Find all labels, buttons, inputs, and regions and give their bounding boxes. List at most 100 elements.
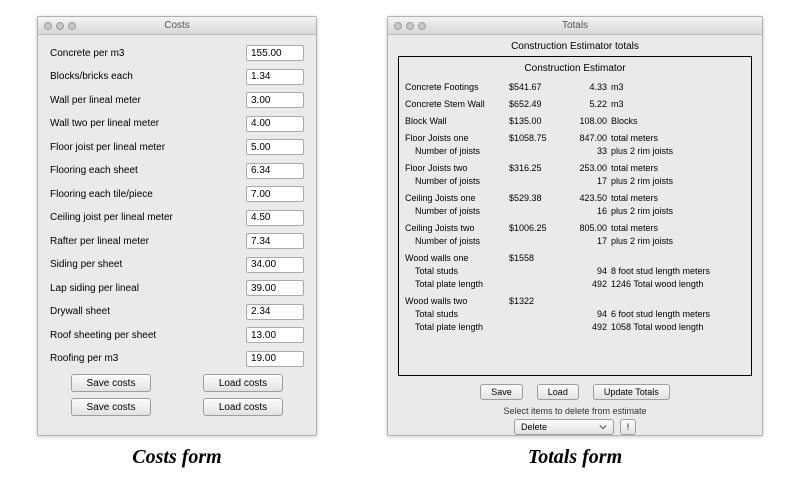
cost-label: Floor joist per lineal meter <box>50 142 246 153</box>
report-cell: plus 2 rim joists <box>611 176 745 187</box>
totals-caption: Totals form <box>528 446 622 469</box>
report-cell: Number of joists <box>405 176 509 187</box>
cost-label: Drywall sheet <box>50 306 246 317</box>
report-cell <box>509 176 571 187</box>
cost-input[interactable] <box>246 210 304 226</box>
cost-label: Lap siding per lineal <box>50 283 246 294</box>
save-costs-button[interactable]: Save costs <box>71 374 151 392</box>
cost-input[interactable] <box>246 116 304 132</box>
report-cell: Concrete Footings <box>405 82 509 93</box>
report-cell: 1058 Total wood length <box>611 322 745 333</box>
report-cell: $316.25 <box>509 163 571 174</box>
cost-input[interactable] <box>246 186 304 202</box>
cost-input[interactable] <box>246 45 304 61</box>
cost-input[interactable] <box>246 163 304 179</box>
costs-caption: Costs form <box>132 446 221 469</box>
report-cell: $1006.25 <box>509 223 571 234</box>
cost-label: Concrete per m3 <box>50 48 246 59</box>
report-cell: 33 <box>571 146 611 157</box>
report-cell <box>509 146 571 157</box>
report-cell: 17 <box>571 236 611 247</box>
report-cell: 17 <box>571 176 611 187</box>
report-cell <box>571 296 611 307</box>
update-totals-button[interactable]: Update Totals <box>593 384 670 400</box>
report-cell: Total plate length <box>405 322 509 333</box>
report-cell: $652.49 <box>509 99 571 110</box>
cost-input[interactable] <box>246 351 304 367</box>
report-cell: 4.33 <box>571 82 611 93</box>
cost-label: Siding per sheet <box>50 259 246 270</box>
report-cell: total meters <box>611 193 745 204</box>
cost-input[interactable] <box>246 280 304 296</box>
report-cell: Floor Joists one <box>405 133 509 144</box>
report-cell: 94 <box>571 266 611 277</box>
report-cell: 847.00 <box>571 133 611 144</box>
report-cell: m3 <box>611 82 745 93</box>
costs-window: Costs Concrete per m3 Blocks/bricks each W… <box>37 16 317 436</box>
cost-input[interactable] <box>246 327 304 343</box>
report-cell: Total plate length <box>405 279 509 290</box>
report-cell: Total studs <box>405 266 509 277</box>
report-cell: Total studs <box>405 309 509 320</box>
delete-select[interactable]: Delete <box>514 419 614 435</box>
report-cell: total meters <box>611 133 745 144</box>
report-cell: Ceiling Joists one <box>405 193 509 204</box>
report-cell <box>571 253 611 264</box>
cost-label: Blocks/bricks each <box>50 71 246 82</box>
chevron-down-icon <box>599 423 607 431</box>
report-cell: 805.00 <box>571 223 611 234</box>
cost-input[interactable] <box>246 92 304 108</box>
report-cell: 423.50 <box>571 193 611 204</box>
totals-report: Construction Estimator Concrete Footings… <box>398 56 752 376</box>
cost-input[interactable] <box>246 233 304 249</box>
report-cell: $1322 <box>509 296 571 307</box>
report-cell <box>509 309 571 320</box>
report-cell: Number of joists <box>405 146 509 157</box>
cost-label: Roof sheeting per sheet <box>50 330 246 341</box>
cost-input[interactable] <box>246 69 304 85</box>
cost-input[interactable] <box>246 304 304 320</box>
cost-input[interactable] <box>246 257 304 273</box>
report-cell: Concrete Stem Wall <box>405 99 509 110</box>
report-cell: $541.67 <box>509 82 571 93</box>
report-cell: plus 2 rim joists <box>611 236 745 247</box>
report-cell: plus 2 rim joists <box>611 206 745 217</box>
save-button[interactable]: Save <box>480 384 523 400</box>
report-cell: 253.00 <box>571 163 611 174</box>
report-cell: Wood walls one <box>405 253 509 264</box>
report-cell: $135.00 <box>509 116 571 127</box>
delete-execute-button[interactable]: ! <box>620 419 636 435</box>
load-costs-button[interactable]: Load costs <box>203 374 283 392</box>
report-title: Construction Estimator <box>405 63 745 74</box>
cost-input[interactable] <box>246 139 304 155</box>
costs-titlebar: Costs <box>38 17 316 35</box>
cost-label: Wall per lineal meter <box>50 95 246 106</box>
cost-label: Rafter per lineal meter <box>50 236 246 247</box>
report-cell: 1246 Total wood length <box>611 279 745 290</box>
report-cell: Floor Joists two <box>405 163 509 174</box>
costs-title: Costs <box>38 20 316 31</box>
report-cell: Blocks <box>611 116 745 127</box>
report-cell: $529.38 <box>509 193 571 204</box>
report-cell: 94 <box>571 309 611 320</box>
report-cell: 492 <box>571 322 611 333</box>
report-cell <box>509 322 571 333</box>
report-cell: total meters <box>611 223 745 234</box>
report-cell: $1058.75 <box>509 133 571 144</box>
report-cell: 8 foot stud length meters <box>611 266 745 277</box>
cost-label: Ceiling joist per lineal meter <box>50 212 246 223</box>
report-cell: total meters <box>611 163 745 174</box>
totals-header: Construction Estimator totals <box>398 41 752 52</box>
report-cell <box>611 296 745 307</box>
cost-label: Roofing per m3 <box>50 353 246 364</box>
report-cell: 108.00 <box>571 116 611 127</box>
report-cell: Ceiling Joists two <box>405 223 509 234</box>
report-cell: Block Wall <box>405 116 509 127</box>
report-cell: Wood walls two <box>405 296 509 307</box>
save-costs-button[interactable]: Save costs <box>71 398 151 416</box>
load-button[interactable]: Load <box>537 384 579 400</box>
delete-label: Select items to delete from estimate <box>398 406 752 416</box>
cost-label: Flooring each tile/piece <box>50 189 246 200</box>
report-cell: $1558 <box>509 253 571 264</box>
load-costs-button[interactable]: Load costs <box>203 398 283 416</box>
